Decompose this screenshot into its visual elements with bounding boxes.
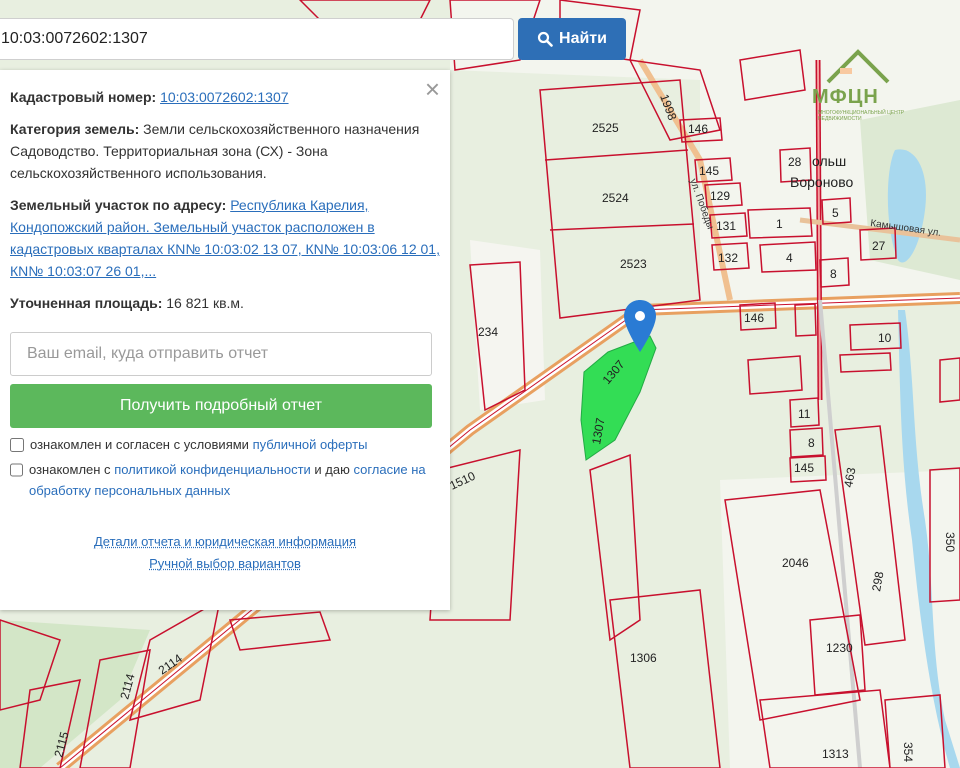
- plot-label: 132: [718, 251, 738, 265]
- offer-consent-text: ознакомлен и согласен с условиями публич…: [30, 434, 367, 455]
- offer-consent-prefix: ознакомлен и согласен с условиями: [30, 437, 253, 452]
- cadastral-number-link[interactable]: 10:03:0072602:1307: [160, 89, 288, 105]
- report-details-link[interactable]: Детали отчета и юридическая информация: [94, 534, 356, 549]
- land-category-value: Земли сельскохозяйственного назначения: [143, 121, 420, 137]
- plot-label: 1: [776, 217, 783, 231]
- plot-label: 354: [901, 742, 915, 762]
- address-row: Земельный участок по адресу: Республика …: [10, 194, 440, 282]
- plot-label: 28: [788, 155, 802, 169]
- search-button-label: Найти: [559, 30, 607, 47]
- public-offer-link[interactable]: публичной оферты: [253, 437, 368, 452]
- privacy-consent-row: ознакомлен с политикой конфиденциальност…: [10, 459, 440, 501]
- offer-consent-row: ознакомлен и согласен с условиями публич…: [10, 434, 440, 455]
- offer-consent-checkbox[interactable]: [10, 438, 24, 452]
- privacy-policy-link[interactable]: политикой конфиденциальности: [114, 462, 311, 477]
- plot-label: 145: [699, 164, 719, 178]
- privacy-consent-text: ознакомлен с политикой конфиденциальност…: [29, 459, 440, 501]
- map-pin-icon[interactable]: [622, 300, 658, 352]
- area-value: 16 821 кв.м.: [166, 295, 244, 311]
- land-use-text: Садоводство. Территориальная зона (СХ) -…: [10, 143, 328, 181]
- search-input[interactable]: [0, 18, 514, 60]
- plot-label: 5: [832, 206, 839, 220]
- search-icon: [537, 31, 553, 47]
- logo-text: МФЦН: [812, 86, 879, 108]
- plot-label: 8: [808, 436, 815, 450]
- close-icon[interactable]: ×: [425, 76, 440, 102]
- plot-label: 11: [798, 407, 811, 421]
- cadastral-number-label: Кадастровый номер:: [10, 89, 157, 105]
- land-category-row: Категория земель: Земли сельскохозяйстве…: [10, 118, 440, 140]
- plot-label: 350: [943, 532, 957, 552]
- plot-label: 2046: [782, 556, 809, 570]
- plot-label: 4: [786, 251, 793, 265]
- search-button[interactable]: Найти: [518, 18, 626, 60]
- plot-label: 1230: [826, 641, 853, 655]
- info-panel: × Кадастровый номер: 10:03:0072602:1307 …: [0, 70, 450, 610]
- plot-label: 146: [744, 311, 764, 325]
- plot-label: 129: [710, 189, 730, 203]
- plot-label: 2523: [620, 257, 647, 271]
- privacy-consent-prefix: ознакомлен с: [29, 462, 115, 477]
- plot-label: 146: [688, 122, 708, 136]
- plot-label: 2525: [592, 121, 619, 135]
- plot-label: 1306: [630, 651, 657, 665]
- area-label: Уточненная площадь:: [10, 295, 163, 311]
- get-report-button[interactable]: Получить подробный отчет: [10, 384, 432, 428]
- privacy-consent-middle: и даю: [310, 462, 354, 477]
- cadastral-number-row: Кадастровый номер: 10:03:0072602:1307: [10, 86, 440, 108]
- plot-label: 1313: [822, 747, 849, 761]
- plot-label: 2524: [602, 191, 629, 205]
- plot-label: 27: [872, 239, 886, 253]
- village-label: Вороново: [790, 174, 853, 190]
- plot-label: 234: [478, 325, 498, 339]
- land-category-label: Категория земель:: [10, 121, 140, 137]
- email-input[interactable]: [10, 332, 432, 376]
- privacy-consent-checkbox[interactable]: [10, 463, 23, 477]
- address-label: Земельный участок по адресу:: [10, 197, 227, 213]
- plot-label: 10: [878, 331, 892, 345]
- logo-subtitle: Многофункциональный центр недвижимости: [818, 110, 905, 122]
- plot-label: 131: [716, 219, 736, 233]
- manual-selection-link[interactable]: Ручной выбор вариантов: [149, 556, 301, 571]
- plot-label: 145: [794, 461, 814, 475]
- village-label: ольш: [812, 153, 846, 169]
- plot-label: 8: [830, 267, 837, 281]
- area-row: Уточненная площадь: 16 821 кв.м.: [10, 292, 440, 314]
- footer-links: Детали отчета и юридическая информация Р…: [10, 531, 440, 575]
